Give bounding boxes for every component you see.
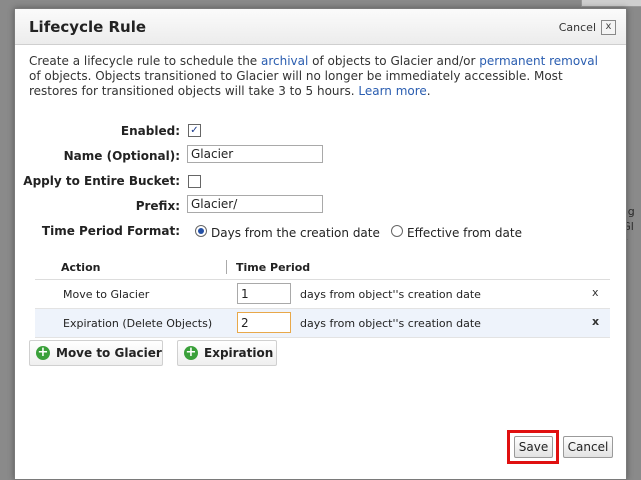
description-part: Create a lifecycle rule to schedule the (29, 54, 261, 68)
column-divider[interactable] (226, 260, 227, 274)
days-from-creation-label: Days from the creation date (211, 226, 380, 240)
table-row: Move to Glacier days from object''s crea… (35, 280, 610, 309)
plus-circle-icon: + (184, 345, 198, 360)
name-input[interactable] (187, 145, 323, 163)
description-text: Create a lifecycle rule to schedule the … (29, 54, 609, 99)
expiration-days-input[interactable] (237, 312, 291, 333)
add-button-label: Move to Glacier (56, 346, 162, 360)
remove-row-icon[interactable]: x (592, 286, 599, 299)
learn-more-link[interactable]: Learn more (358, 84, 426, 98)
save-button[interactable]: Save (514, 436, 553, 458)
days-from-creation-radio[interactable] (195, 225, 207, 237)
add-expiration-button[interactable]: + Expiration (177, 340, 277, 366)
effective-from-date-radio[interactable] (391, 225, 403, 237)
background-tab (581, 0, 641, 7)
description-part: of objects. Objects transitioned to Glac… (29, 69, 563, 98)
enabled-checkbox[interactable]: ✓ (188, 124, 201, 137)
effective-from-date-label: Effective from date (407, 226, 522, 240)
cancel-button[interactable]: Cancel (563, 436, 613, 458)
row-action-label: Move to Glacier (63, 288, 150, 301)
name-label: Name (Optional): (63, 149, 180, 163)
column-header-time-period: Time Period (236, 261, 311, 274)
plus-circle-icon: + (36, 345, 50, 360)
enabled-label: Enabled: (120, 124, 180, 138)
table-row: Expiration (Delete Objects) days from ob… (35, 309, 610, 338)
prefix-input[interactable] (187, 195, 323, 213)
check-icon: ✓ (190, 125, 199, 136)
row-suffix: days from object''s creation date (300, 317, 481, 330)
archival-link[interactable]: archival (261, 54, 308, 68)
add-move-to-glacier-button[interactable]: + Move to Glacier (29, 340, 163, 366)
close-icon[interactable]: x (601, 20, 616, 35)
row-action-label: Expiration (Delete Objects) (63, 317, 213, 330)
column-header-action: Action (61, 261, 101, 274)
dialog-title: Lifecycle Rule (29, 18, 147, 36)
permanent-removal-link[interactable]: permanent removal (479, 54, 598, 68)
move-to-glacier-days-input[interactable] (237, 283, 291, 304)
table-header: Action Time Period (35, 257, 610, 280)
dialog-titlebar: Lifecycle Rule Cancel x (15, 9, 626, 45)
apply-entire-bucket-label: Apply to Entire Bucket: (23, 174, 180, 188)
description-part: . (426, 84, 431, 98)
row-suffix: days from object''s creation date (300, 288, 481, 301)
cancel-link[interactable]: Cancel (559, 21, 596, 34)
lifecycle-actions-table: Action Time Period Move to Glacier days … (35, 257, 610, 338)
description-part: of objects to Glacier and/or (308, 54, 480, 68)
lifecycle-rule-dialog: Lifecycle Rule Cancel x Create a lifecyc… (14, 8, 627, 480)
remove-row-icon[interactable]: x (592, 315, 599, 328)
prefix-label: Prefix: (135, 199, 180, 213)
time-period-format-label: Time Period Format: (41, 224, 180, 238)
add-button-label: Expiration (204, 346, 274, 360)
apply-entire-bucket-checkbox[interactable] (188, 175, 201, 188)
